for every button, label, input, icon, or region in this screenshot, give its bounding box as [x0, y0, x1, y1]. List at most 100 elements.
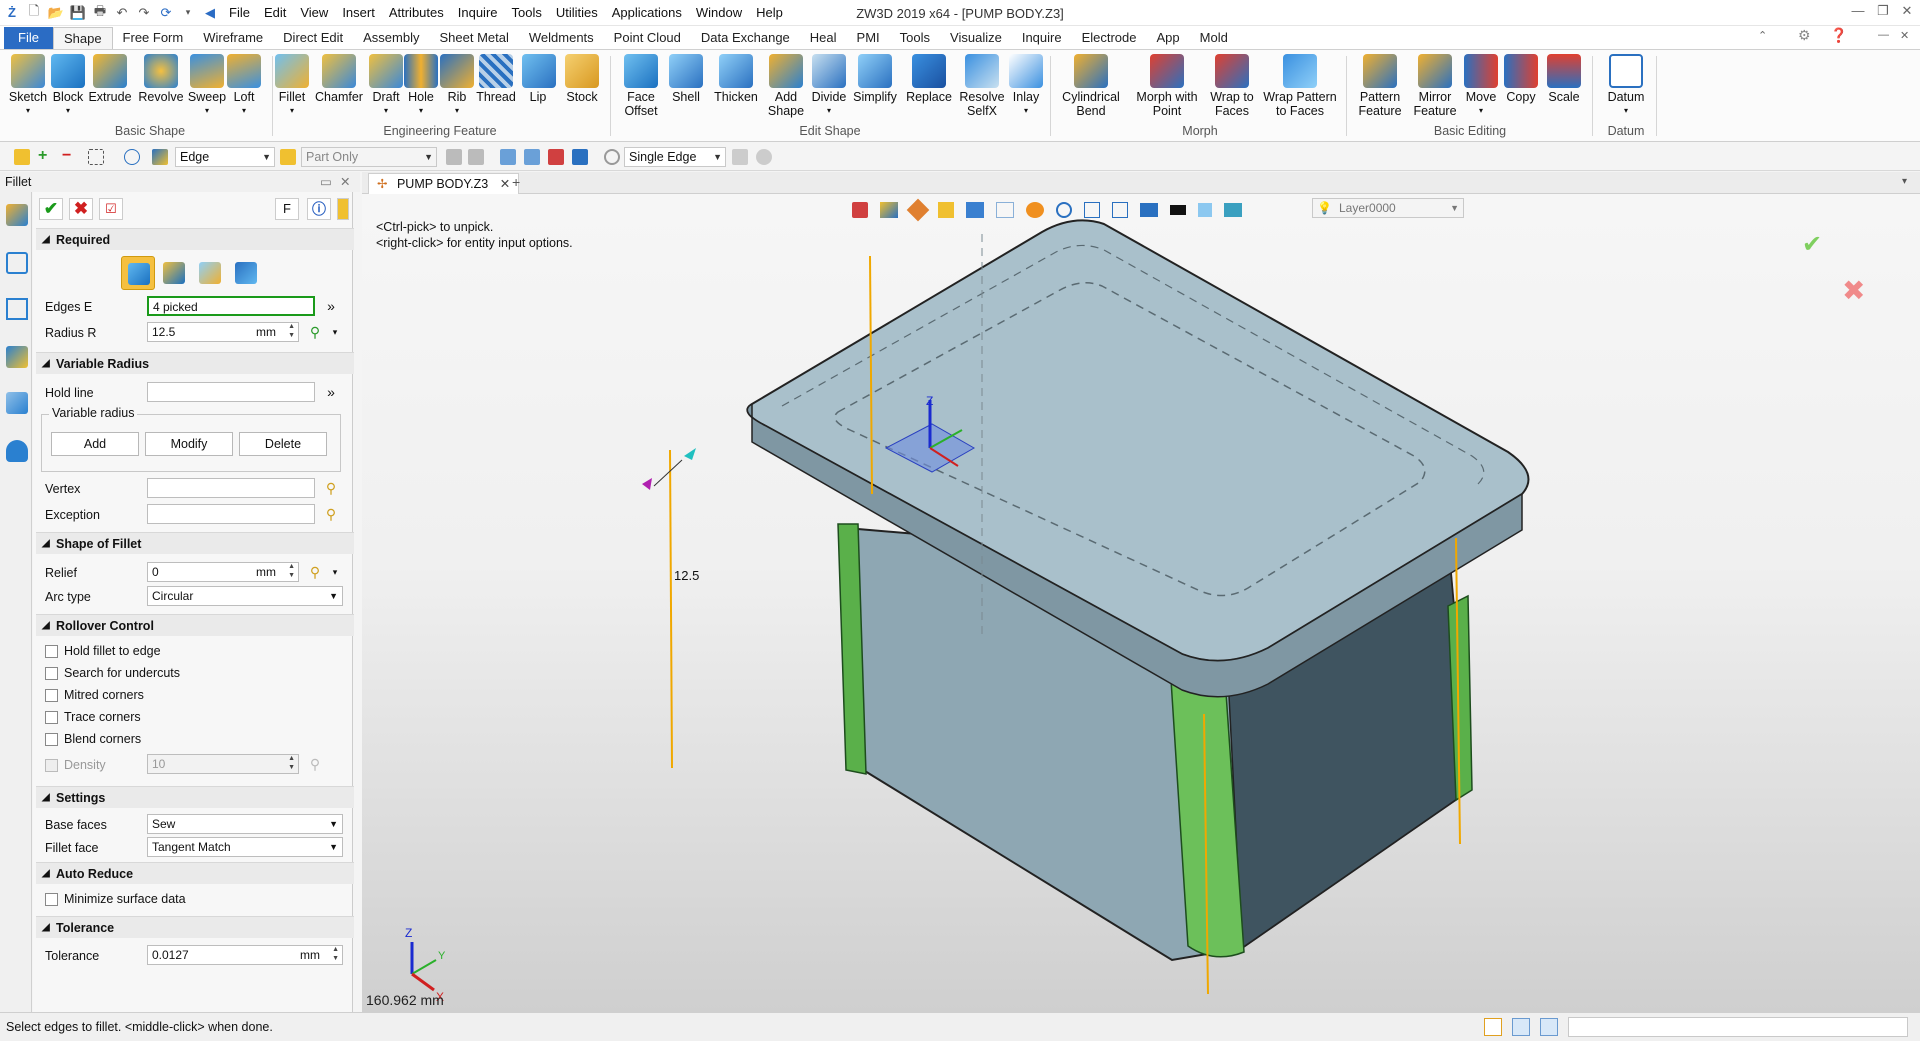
pattern-feature-button[interactable]: Pattern Feature [1354, 54, 1406, 118]
blend-corners-checkbox[interactable]: Blend corners [45, 732, 141, 746]
section-shape-of-fillet[interactable]: ◢ Shape of Fillet [36, 532, 354, 554]
menu-file[interactable]: File [222, 0, 257, 26]
hold-fillet-checkbox[interactable]: Hold fillet to edge [45, 644, 161, 658]
mirror-feature-button[interactable]: Mirror Feature [1410, 54, 1460, 118]
thread-button[interactable]: Thread [474, 54, 518, 104]
thicken-button[interactable]: Thicken [712, 54, 760, 104]
section-rollover[interactable]: ◢ Rollover Control [36, 614, 354, 636]
menu-edit[interactable]: Edit [257, 0, 293, 26]
fillet-face-select[interactable]: Tangent Match ▼ [147, 837, 343, 857]
datum-button[interactable]: Datum ▾ [1602, 54, 1650, 118]
assembly-tree-icon[interactable] [6, 298, 28, 320]
section-auto-reduce[interactable]: ◢ Auto Reduce [36, 862, 354, 884]
redo-icon[interactable]: ↷ [134, 4, 154, 22]
tab-direct-edit[interactable]: Direct Edit [273, 27, 353, 49]
spinner-icon[interactable]: ▲ ▼ [288, 322, 295, 340]
tab-visualize[interactable]: Visualize [940, 27, 1012, 49]
add-button[interactable]: Add [51, 432, 139, 456]
tab-file[interactable]: File [4, 27, 53, 49]
replace-button[interactable]: Replace [904, 54, 954, 104]
arc-type-select[interactable]: Circular ▼ [147, 586, 343, 606]
cylindrical-bend-button[interactable]: Cylindrical Bend [1058, 54, 1124, 118]
back-icon[interactable]: ◀ [200, 4, 220, 22]
section-required[interactable]: ◢ Required [36, 228, 354, 250]
hold-line-field[interactable] [147, 382, 315, 402]
add-pick-icon[interactable]: + [38, 148, 54, 165]
filter-icon[interactable] [152, 149, 168, 165]
draft-button[interactable]: Draft ▾ [368, 54, 404, 118]
history-icon[interactable] [6, 252, 28, 274]
lasso-icon[interactable] [124, 149, 140, 165]
restore-icon[interactable]: ❐ [1870, 3, 1896, 23]
cancel-x-icon[interactable]: ✖ [69, 198, 93, 220]
fillet-type-edge-icon[interactable] [121, 256, 155, 290]
status-view-icon-1[interactable] [1484, 1018, 1502, 1036]
app-logo-icon[interactable]: Ż [2, 4, 22, 22]
section-settings[interactable]: ◢ Settings [36, 786, 354, 808]
scale-button[interactable]: Scale [1544, 54, 1584, 104]
dropdown-icon[interactable]: ▾ [178, 4, 198, 22]
sketch-button[interactable]: Sketch ▾ [6, 54, 50, 118]
menu-applications[interactable]: Applications [605, 0, 689, 26]
tab-sheet-metal[interactable]: Sheet Metal [430, 27, 519, 49]
tab-close-icon[interactable]: ✕ [500, 177, 510, 191]
radius-field[interactable]: 12.5 mm ▲ ▼ [147, 322, 299, 342]
scope-icon[interactable] [280, 149, 296, 165]
toolbar-icon-f[interactable] [572, 149, 588, 165]
dimension-arrow-icon[interactable] [684, 448, 696, 460]
hole-button[interactable]: Hole ▾ [404, 54, 438, 118]
morph-with-point-button[interactable]: Morph with Point [1134, 54, 1200, 118]
sweep-button[interactable]: Sweep ▾ [186, 54, 228, 118]
ribbon-minimize-icon[interactable]: — [1878, 29, 1889, 41]
gear-pick-icon[interactable] [604, 149, 620, 165]
ok-check-icon[interactable]: ✔ [39, 198, 63, 220]
toolbar-icon-c[interactable] [500, 149, 516, 165]
spinner-icon[interactable]: ▲ ▼ [288, 562, 295, 580]
tab-assembly[interactable]: Assembly [353, 27, 429, 49]
menu-insert[interactable]: Insert [335, 0, 382, 26]
toolbar-icon-a[interactable] [446, 149, 462, 165]
help-side-icon[interactable] [337, 198, 349, 220]
fillet-type-vertex-icon[interactable] [193, 256, 227, 290]
revolve-button[interactable]: Revolve [138, 54, 184, 104]
block-button[interactable]: Block ▾ [48, 54, 88, 118]
divide-button[interactable]: Divide ▾ [808, 54, 850, 118]
loft-button[interactable]: Loft ▾ [226, 54, 262, 118]
expand-chevron-icon[interactable]: » [321, 382, 341, 402]
view-manager-icon[interactable] [6, 392, 28, 414]
rib-button[interactable]: Rib ▾ [440, 54, 474, 118]
tab-pump-body[interactable]: ✢ PUMP BODY.Z3 ✕ [368, 173, 520, 194]
scope-select[interactable]: Part Only ▼ [301, 147, 437, 167]
new-file-icon[interactable]: 🗋 [24, 3, 44, 22]
tab-electrode[interactable]: Electrode [1072, 27, 1147, 49]
command-input[interactable] [1568, 1017, 1908, 1037]
relief-field[interactable]: 0 mm ▲ ▼ [147, 562, 299, 582]
help-icon[interactable]: ❓ [1830, 27, 1847, 44]
options-dropdown-icon[interactable]: ▾ [325, 322, 345, 342]
close-icon[interactable]: ✕ [1894, 3, 1920, 23]
filter-select[interactable]: Edge ▼ [175, 147, 275, 167]
info-icon[interactable]: ⓘ [307, 198, 331, 220]
menu-view[interactable]: View [293, 0, 335, 26]
chamfer-button[interactable]: Chamfer [314, 54, 364, 104]
fillet-type-full-icon[interactable] [229, 256, 263, 290]
trace-corners-checkbox[interactable]: Trace corners [45, 710, 141, 724]
section-variable-radius[interactable]: ◢ Variable Radius [36, 352, 354, 374]
pump-body-model[interactable] [362, 194, 1920, 1012]
tab-inquire[interactable]: Inquire [1012, 27, 1072, 49]
pick-arrow-icon[interactable] [14, 149, 30, 165]
tab-point-cloud[interactable]: Point Cloud [604, 27, 691, 49]
face-offset-button[interactable]: Face Offset [618, 54, 664, 118]
menu-help[interactable]: Help [749, 0, 790, 26]
options-dropdown-icon[interactable]: ▾ [325, 562, 345, 582]
delete-button[interactable]: Delete [239, 432, 327, 456]
tab-pmi[interactable]: PMI [847, 27, 890, 49]
panel-close-icon[interactable]: ✕ [340, 172, 350, 192]
apply-icon[interactable]: ☑ [99, 198, 123, 220]
simplify-button[interactable]: Simplify [852, 54, 898, 104]
tab-free-form[interactable]: Free Form [113, 27, 194, 49]
vertex-pick-icon[interactable]: ⚲ [321, 478, 341, 498]
base-faces-select[interactable]: Sew ▼ [147, 814, 343, 834]
tab-shape[interactable]: Shape [52, 27, 113, 49]
status-view-icon-2[interactable] [1512, 1018, 1530, 1036]
